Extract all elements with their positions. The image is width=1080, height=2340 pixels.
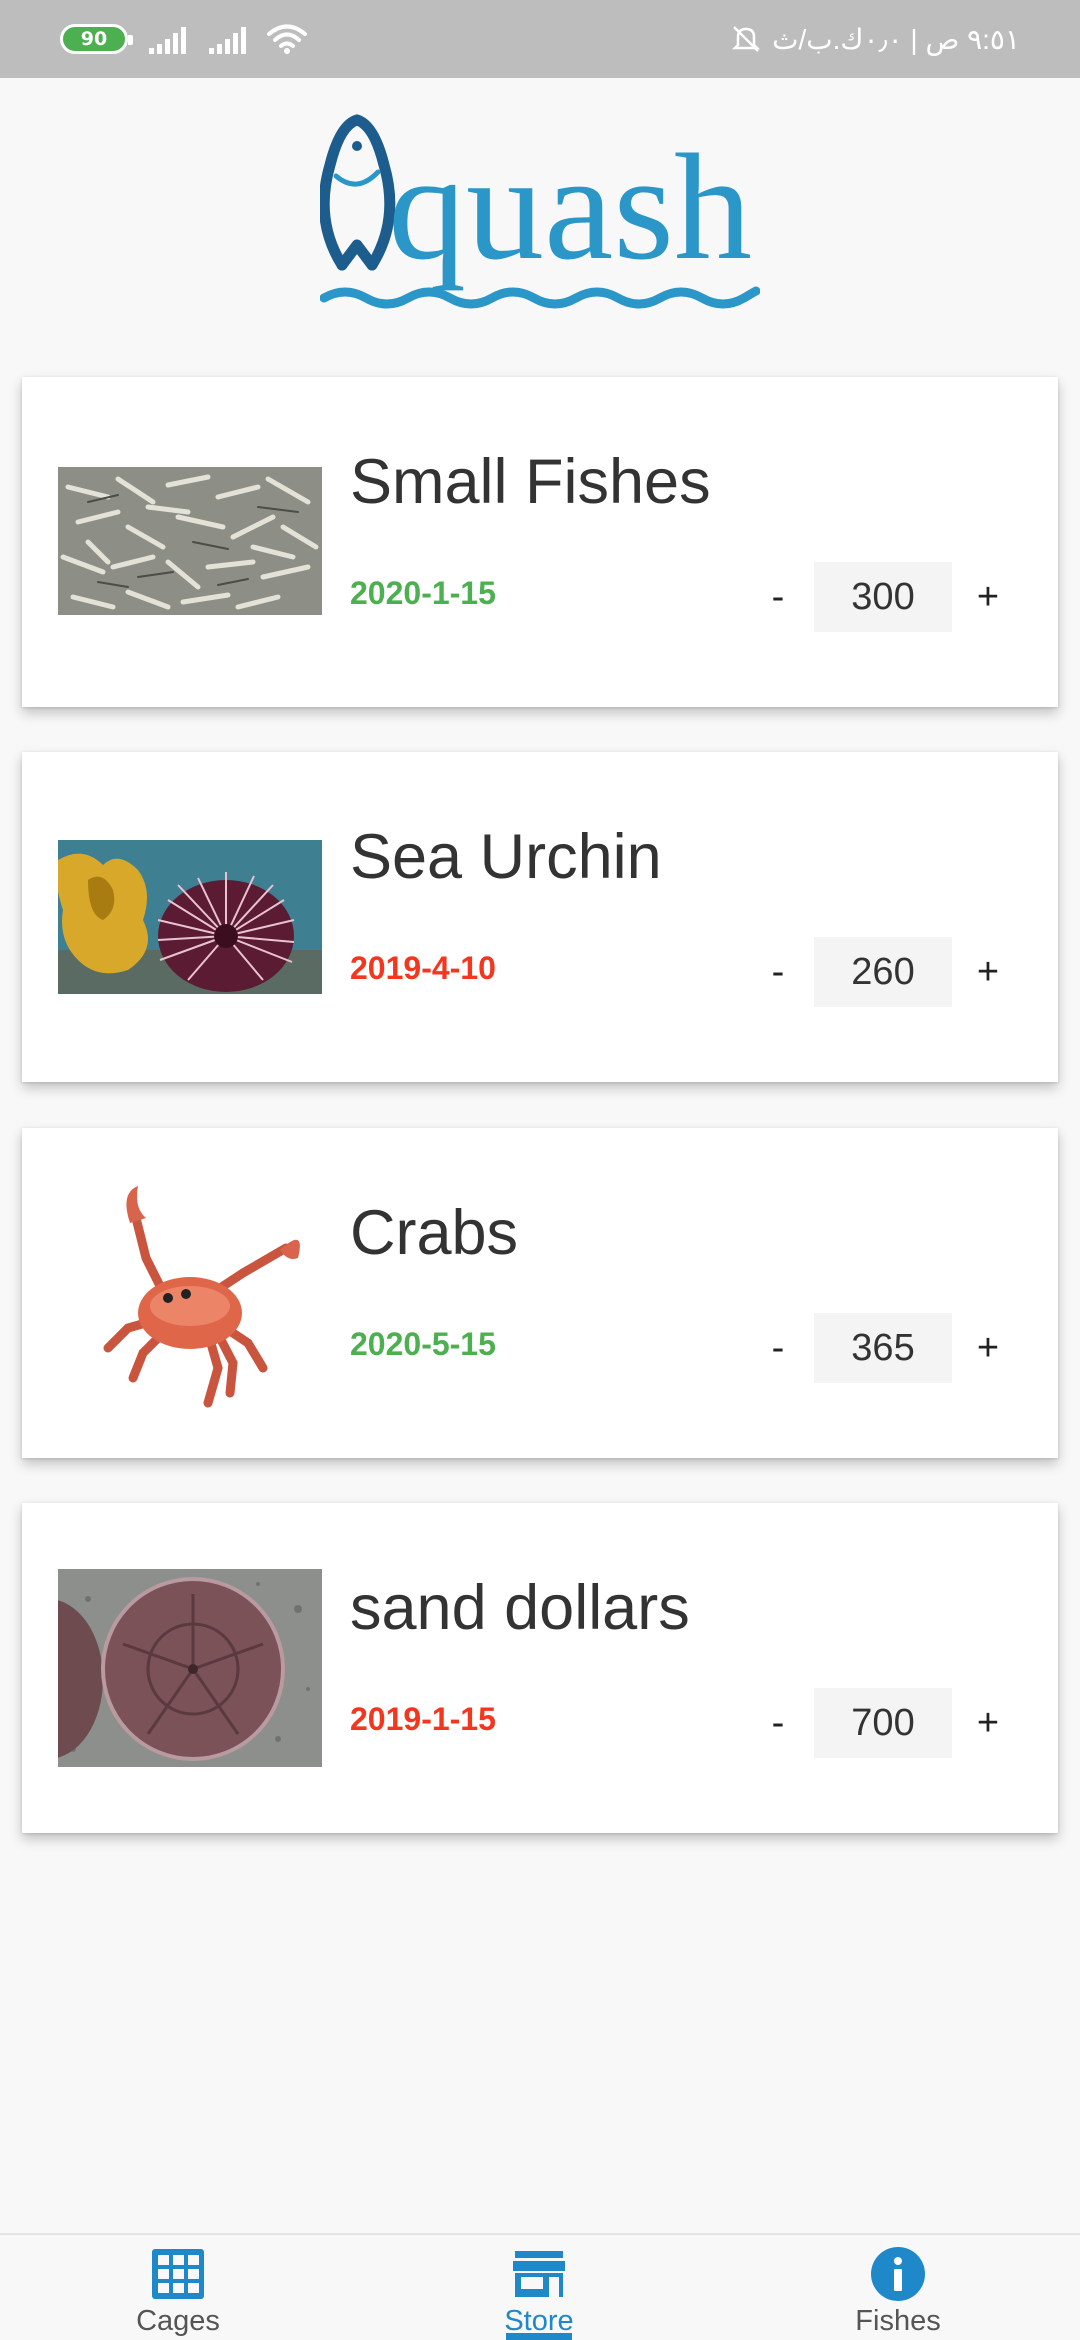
item-date: 2020-5-15 (350, 1326, 496, 1362)
logo-wordmark: quash (388, 123, 752, 291)
nav-tab-store[interactable]: Store (439, 2235, 639, 2340)
decrement-button[interactable]: - (742, 1688, 814, 1758)
status-right: ٩:٥١ ص | ٠٫٠ك.ب/ث (730, 23, 1020, 56)
nav-tab-fishes[interactable]: Fishes (798, 2235, 998, 2340)
bottom-navigation: Cages Store Fishes (0, 2233, 1080, 2340)
store-item-card[interactable]: Sea Urchin 2019-4-10 - 260 + (22, 752, 1058, 1082)
app-logo: quash (318, 110, 761, 320)
nav-tab-cages[interactable]: Cages (78, 2235, 278, 2340)
quantity-stepper: - 260 + (742, 937, 1024, 1007)
item-name: Sea Urchin (350, 822, 662, 892)
increment-button[interactable]: + (952, 1688, 1024, 1758)
wifi-icon (267, 24, 307, 54)
crab-image (58, 1178, 322, 1408)
item-date: 2019-1-15 (350, 1701, 496, 1737)
mute-bell-icon (732, 26, 761, 52)
store-item-card[interactable]: Crabs 2020-5-15 - 365 + (22, 1128, 1058, 1458)
quantity-value[interactable]: 300 (814, 562, 952, 632)
increment-button[interactable]: + (952, 1313, 1024, 1383)
store-item-card[interactable]: Small Fishes 2020-1-15 - 300 + (22, 377, 1058, 707)
increment-button[interactable]: + (952, 937, 1024, 1007)
aquash-logo: quash (318, 114, 761, 309)
info-icon (871, 2247, 925, 2301)
grid-icon (152, 2249, 204, 2299)
decrement-button[interactable]: - (742, 937, 814, 1007)
quantity-value[interactable]: 260 (814, 937, 952, 1007)
battery-icon: 90 (60, 24, 133, 54)
item-date: 2020-1-15 (350, 575, 496, 611)
status-bar: 90 ٩:٥١ ص | ٠٫٠ك.ب/ث (0, 0, 1080, 78)
quantity-stepper: - 300 + (742, 562, 1024, 632)
item-date: 2019-4-10 (350, 950, 496, 986)
nav-label: Fishes (855, 2305, 941, 2337)
cell-signal-icon (209, 27, 246, 54)
active-tab-indicator (506, 2333, 572, 2340)
decrement-button[interactable]: - (742, 1313, 814, 1383)
sea-urchin-image (58, 840, 322, 994)
nav-label: Cages (136, 2305, 220, 2337)
store-item-card[interactable]: sand dollars 2019-1-15 - 700 + (22, 1503, 1058, 1833)
quantity-value[interactable]: 700 (814, 1688, 952, 1758)
small-fishes-image (58, 467, 322, 615)
store-icon (513, 2251, 565, 2297)
decrement-button[interactable]: - (742, 562, 814, 632)
increment-button[interactable]: + (952, 562, 1024, 632)
cell-signal-icon (149, 27, 186, 54)
item-name: sand dollars (350, 1573, 690, 1643)
status-time: ٩:٥١ ص | ٠٫٠ك.ب/ث (772, 23, 1020, 55)
quantity-stepper: - 365 + (742, 1313, 1024, 1383)
quantity-value[interactable]: 365 (814, 1313, 952, 1383)
quantity-stepper: - 700 + (742, 1688, 1024, 1758)
battery-level: 90 (80, 27, 108, 50)
item-name: Crabs (350, 1198, 519, 1268)
sand-dollar-image (58, 1569, 322, 1767)
item-name: Small Fishes (350, 447, 711, 517)
